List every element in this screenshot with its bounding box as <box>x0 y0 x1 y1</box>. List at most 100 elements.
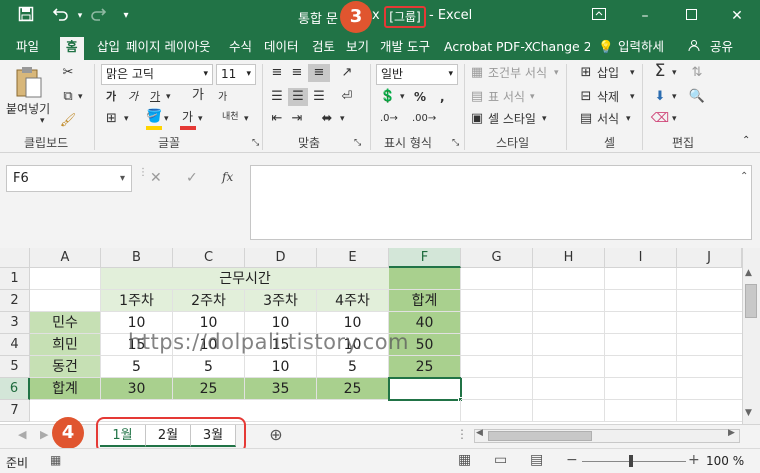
fill-dropdown-icon[interactable]: ▾ <box>672 88 677 106</box>
row-header-5[interactable]: 5 <box>0 356 30 378</box>
collapse-ribbon-icon[interactable]: ⌃ <box>742 132 750 150</box>
cell-e2[interactable]: 4주차 <box>317 290 389 312</box>
row-header-1[interactable]: 1 <box>0 268 30 290</box>
macro-record-icon[interactable]: ▦ <box>50 453 61 467</box>
column-header-g[interactable]: G <box>461 248 533 268</box>
tab-formulas[interactable]: 수식 <box>229 37 252 57</box>
name-box[interactable]: F6 ▾ <box>6 165 132 192</box>
fill-color-icon[interactable]: 🪣 <box>146 108 162 126</box>
increase-indent-icon[interactable]: ⇥ <box>288 110 306 128</box>
format-cells-button[interactable]: 서식 <box>597 110 619 128</box>
collapse-formula-bar-icon[interactable]: ⌃ <box>740 171 748 182</box>
column-header-e[interactable]: E <box>317 248 389 268</box>
tab-insert[interactable]: 삽입 <box>97 37 120 57</box>
undo-dropdown-icon[interactable]: ▾ <box>74 6 86 26</box>
cell-b2[interactable]: 1주차 <box>101 290 173 312</box>
find-select-icon[interactable]: 🔍 <box>686 88 708 106</box>
delete-cells-icon[interactable]: ⊟ <box>576 88 596 106</box>
minimize-icon[interactable]: – <box>622 0 668 33</box>
cell-b5[interactable]: 5 <box>101 356 173 378</box>
customize-toolbar-icon[interactable]: ▾ <box>118 6 134 26</box>
clear-icon[interactable]: ⌫ <box>650 110 670 128</box>
fill-color-dropdown-icon[interactable]: ▾ <box>164 110 169 128</box>
maximize-icon[interactable] <box>668 0 714 33</box>
wrap-text-icon[interactable]: ⏎ <box>336 88 358 106</box>
format-painter-icon[interactable]: 🖌 <box>58 112 78 130</box>
phonetic-button[interactable]: 내천 <box>222 108 239 126</box>
decrease-indent-icon[interactable]: ⇤ <box>268 110 286 128</box>
delete-cells-dropdown-icon[interactable]: ▾ <box>630 88 635 106</box>
page-break-view-icon[interactable]: ▤ <box>530 452 543 468</box>
name-box-dropdown-icon[interactable]: ▾ <box>120 166 125 191</box>
cell-f6-selected[interactable] <box>388 377 462 401</box>
cell-f5[interactable]: 25 <box>389 356 461 378</box>
cell-a1[interactable] <box>30 268 101 290</box>
number-dialog-launcher-icon[interactable]: ⤡ <box>452 134 459 152</box>
cell-e6[interactable]: 25 <box>317 378 389 400</box>
cell-c6[interactable]: 25 <box>173 378 245 400</box>
number-format-dropdown-icon[interactable]: ▾ <box>448 65 453 84</box>
font-color-dropdown-icon[interactable]: ▾ <box>198 110 203 128</box>
column-header-d[interactable]: D <box>245 248 317 268</box>
zoom-out-icon[interactable]: − <box>566 452 578 468</box>
decrease-decimal-icon[interactable]: .00→ <box>412 110 436 128</box>
border-dropdown-icon[interactable]: ▾ <box>124 110 129 128</box>
orientation-icon[interactable]: ↗ <box>336 64 358 82</box>
tab-home[interactable]: 홈 <box>60 37 84 60</box>
cell-a4[interactable]: 희민 <box>30 334 101 356</box>
paste-dropdown-icon[interactable]: ▾ <box>40 112 45 130</box>
paste-icon[interactable] <box>14 66 44 100</box>
row-header-2[interactable]: 2 <box>0 290 30 312</box>
cell-a6[interactable]: 합계 <box>30 378 101 400</box>
insert-cells-button[interactable]: 삽입 <box>597 64 619 82</box>
align-left-icon[interactable]: ☰ <box>268 88 286 106</box>
tab-developer[interactable]: 개발 도구 <box>380 37 430 57</box>
format-cells-icon[interactable]: ▤ <box>576 110 596 128</box>
formula-bar-grip-icon[interactable]: ⋮ <box>138 168 148 185</box>
font-name-field[interactable]: 맑은 고딕 ▾ <box>101 64 213 85</box>
increase-decimal-icon[interactable]: .0→ <box>380 110 398 128</box>
cell-styles-icon[interactable]: ▣ <box>468 110 486 128</box>
align-bottom-icon[interactable]: ≡ <box>308 64 330 82</box>
shrink-font-button[interactable]: 가 <box>218 89 227 107</box>
redo-icon[interactable] <box>86 6 110 26</box>
cancel-icon[interactable]: ✕ <box>150 170 162 186</box>
tab-view[interactable]: 보기 <box>346 37 369 57</box>
border-icon[interactable]: ⊞ <box>106 110 117 128</box>
sheet-tab-3[interactable]: 3월 <box>191 425 236 447</box>
column-header-j[interactable]: J <box>677 248 742 268</box>
autosum-icon[interactable]: Σ <box>650 62 670 80</box>
sheet-tab-1[interactable]: 1월 <box>100 425 146 447</box>
cell-b6[interactable]: 30 <box>101 378 173 400</box>
cell-a3[interactable]: 민수 <box>30 312 101 334</box>
font-color-button[interactable]: 가 <box>182 108 193 126</box>
close-icon[interactable]: ✕ <box>714 0 760 33</box>
copy-icon[interactable]: ⧉ <box>58 88 78 106</box>
percent-button[interactable]: % <box>414 88 426 106</box>
cell-f1[interactable] <box>389 268 461 290</box>
zoom-slider[interactable] <box>582 461 686 462</box>
format-table-icon[interactable]: ▤ <box>468 88 486 106</box>
tab-split-grip-icon[interactable]: ⋮ <box>456 427 468 441</box>
zoom-slider-thumb[interactable] <box>629 455 633 467</box>
tab-data[interactable]: 데이터 <box>264 37 299 57</box>
cell-d5[interactable]: 10 <box>245 356 317 378</box>
zoom-level[interactable]: 100 % <box>706 454 744 468</box>
select-all-corner[interactable] <box>0 248 30 268</box>
clear-dropdown-icon[interactable]: ▾ <box>672 110 677 128</box>
cell-styles-dropdown-icon[interactable]: ▾ <box>542 110 547 128</box>
font-name-dropdown-icon[interactable]: ▾ <box>203 65 208 84</box>
undo-icon[interactable] <box>48 6 74 26</box>
currency-dropdown-icon[interactable]: ▾ <box>400 88 405 106</box>
insert-cells-icon[interactable]: ⊞ <box>576 64 596 82</box>
cell-a2[interactable] <box>30 290 101 312</box>
prev-sheet-icon[interactable]: ◀ <box>18 428 26 441</box>
format-table-button[interactable]: 표 서식 <box>488 88 525 106</box>
autosum-dropdown-icon[interactable]: ▾ <box>672 64 677 82</box>
currency-icon[interactable]: 💲 <box>378 88 398 106</box>
row-header-7[interactable]: 7 <box>0 400 30 422</box>
tab-review[interactable]: 검토 <box>312 37 335 57</box>
alignment-dialog-launcher-icon[interactable]: ⤡ <box>354 134 361 152</box>
cell-b1-merged[interactable]: 근무시간 <box>101 268 389 290</box>
column-header-i[interactable]: I <box>605 248 677 268</box>
